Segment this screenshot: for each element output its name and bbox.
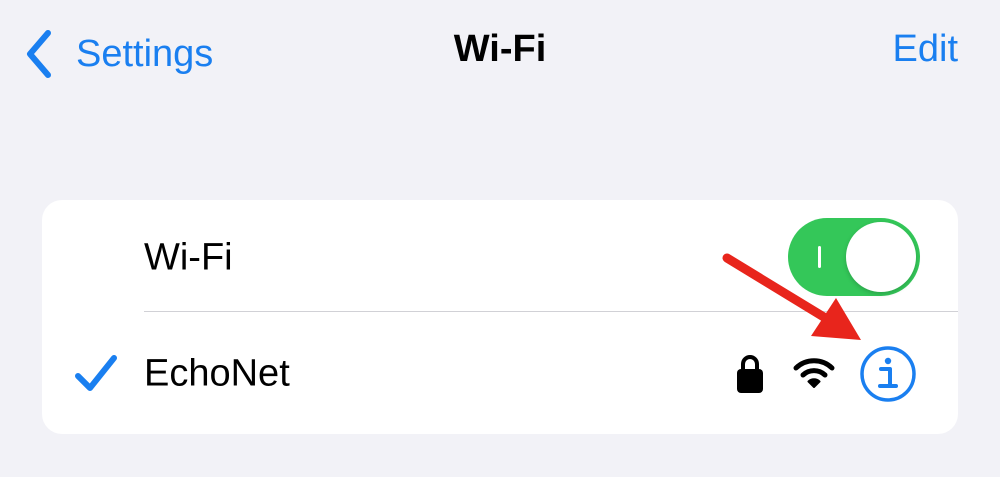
- wifi-signal-icon: [793, 358, 835, 388]
- wifi-toggle[interactable]: [788, 218, 920, 296]
- toggle-knob: [846, 222, 916, 292]
- network-name: EchoNet: [144, 352, 290, 395]
- wifi-toggle-row: Wi-Fi: [42, 200, 958, 316]
- edit-button[interactable]: Edit: [893, 28, 958, 71]
- row-divider: [144, 311, 958, 312]
- page-title: Wi-Fi: [453, 28, 547, 70]
- checkmark-icon: [75, 355, 117, 391]
- wifi-row-label: Wi-Fi: [144, 236, 233, 279]
- info-icon[interactable]: [859, 345, 917, 403]
- network-row-echonet[interactable]: EchoNet: [42, 316, 958, 432]
- toggle-on-indicator: [818, 246, 821, 268]
- navigation-bar: Settings Wi-Fi Edit: [0, 0, 1000, 110]
- wifi-settings-card: Wi-Fi EchoNet: [42, 200, 958, 434]
- lock-icon: [737, 355, 763, 393]
